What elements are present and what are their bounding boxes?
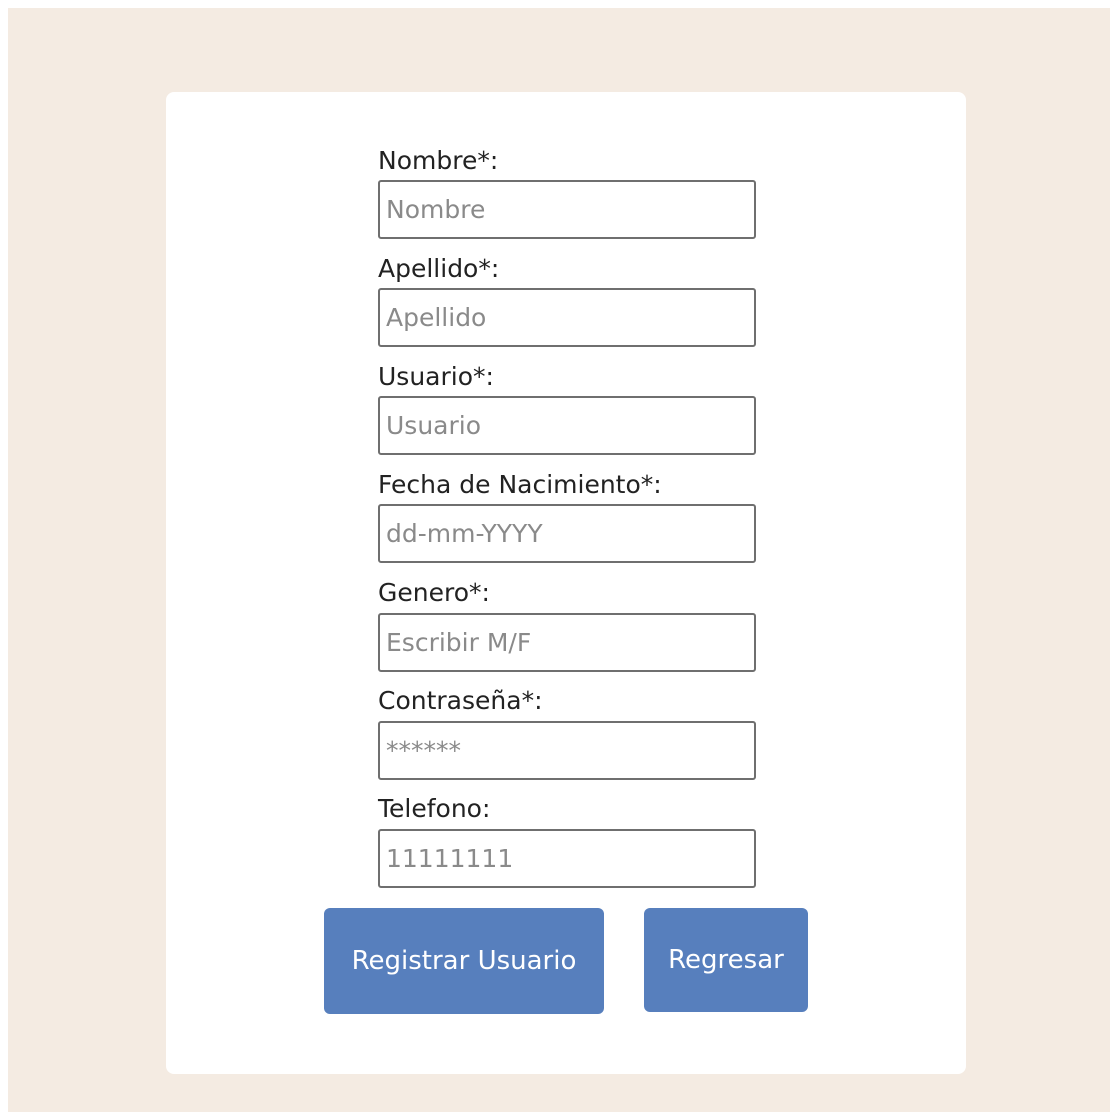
contrasena-input[interactable]	[378, 721, 756, 780]
apellido-label: Apellido*:	[378, 254, 500, 283]
nombre-label: Nombre*:	[378, 146, 499, 175]
fecha-nacimiento-input[interactable]	[378, 504, 756, 563]
page-background: Nombre*: Apellido*: Usuario*: Fecha de N…	[8, 8, 1110, 1112]
registration-card: Nombre*: Apellido*: Usuario*: Fecha de N…	[166, 92, 966, 1074]
usuario-input[interactable]	[378, 396, 756, 455]
apellido-input[interactable]	[378, 288, 756, 347]
genero-label: Genero*:	[378, 578, 490, 607]
register-user-button[interactable]: Registrar Usuario	[324, 908, 604, 1014]
usuario-label: Usuario*:	[378, 362, 494, 391]
back-button[interactable]: Regresar	[644, 908, 808, 1012]
nombre-input[interactable]	[378, 180, 756, 239]
fecha-nacimiento-label: Fecha de Nacimiento*:	[378, 470, 662, 499]
genero-input[interactable]	[378, 613, 756, 672]
telefono-label: Telefono:	[378, 794, 491, 823]
contrasena-label: Contraseña*:	[378, 686, 543, 715]
telefono-input[interactable]	[378, 829, 756, 888]
